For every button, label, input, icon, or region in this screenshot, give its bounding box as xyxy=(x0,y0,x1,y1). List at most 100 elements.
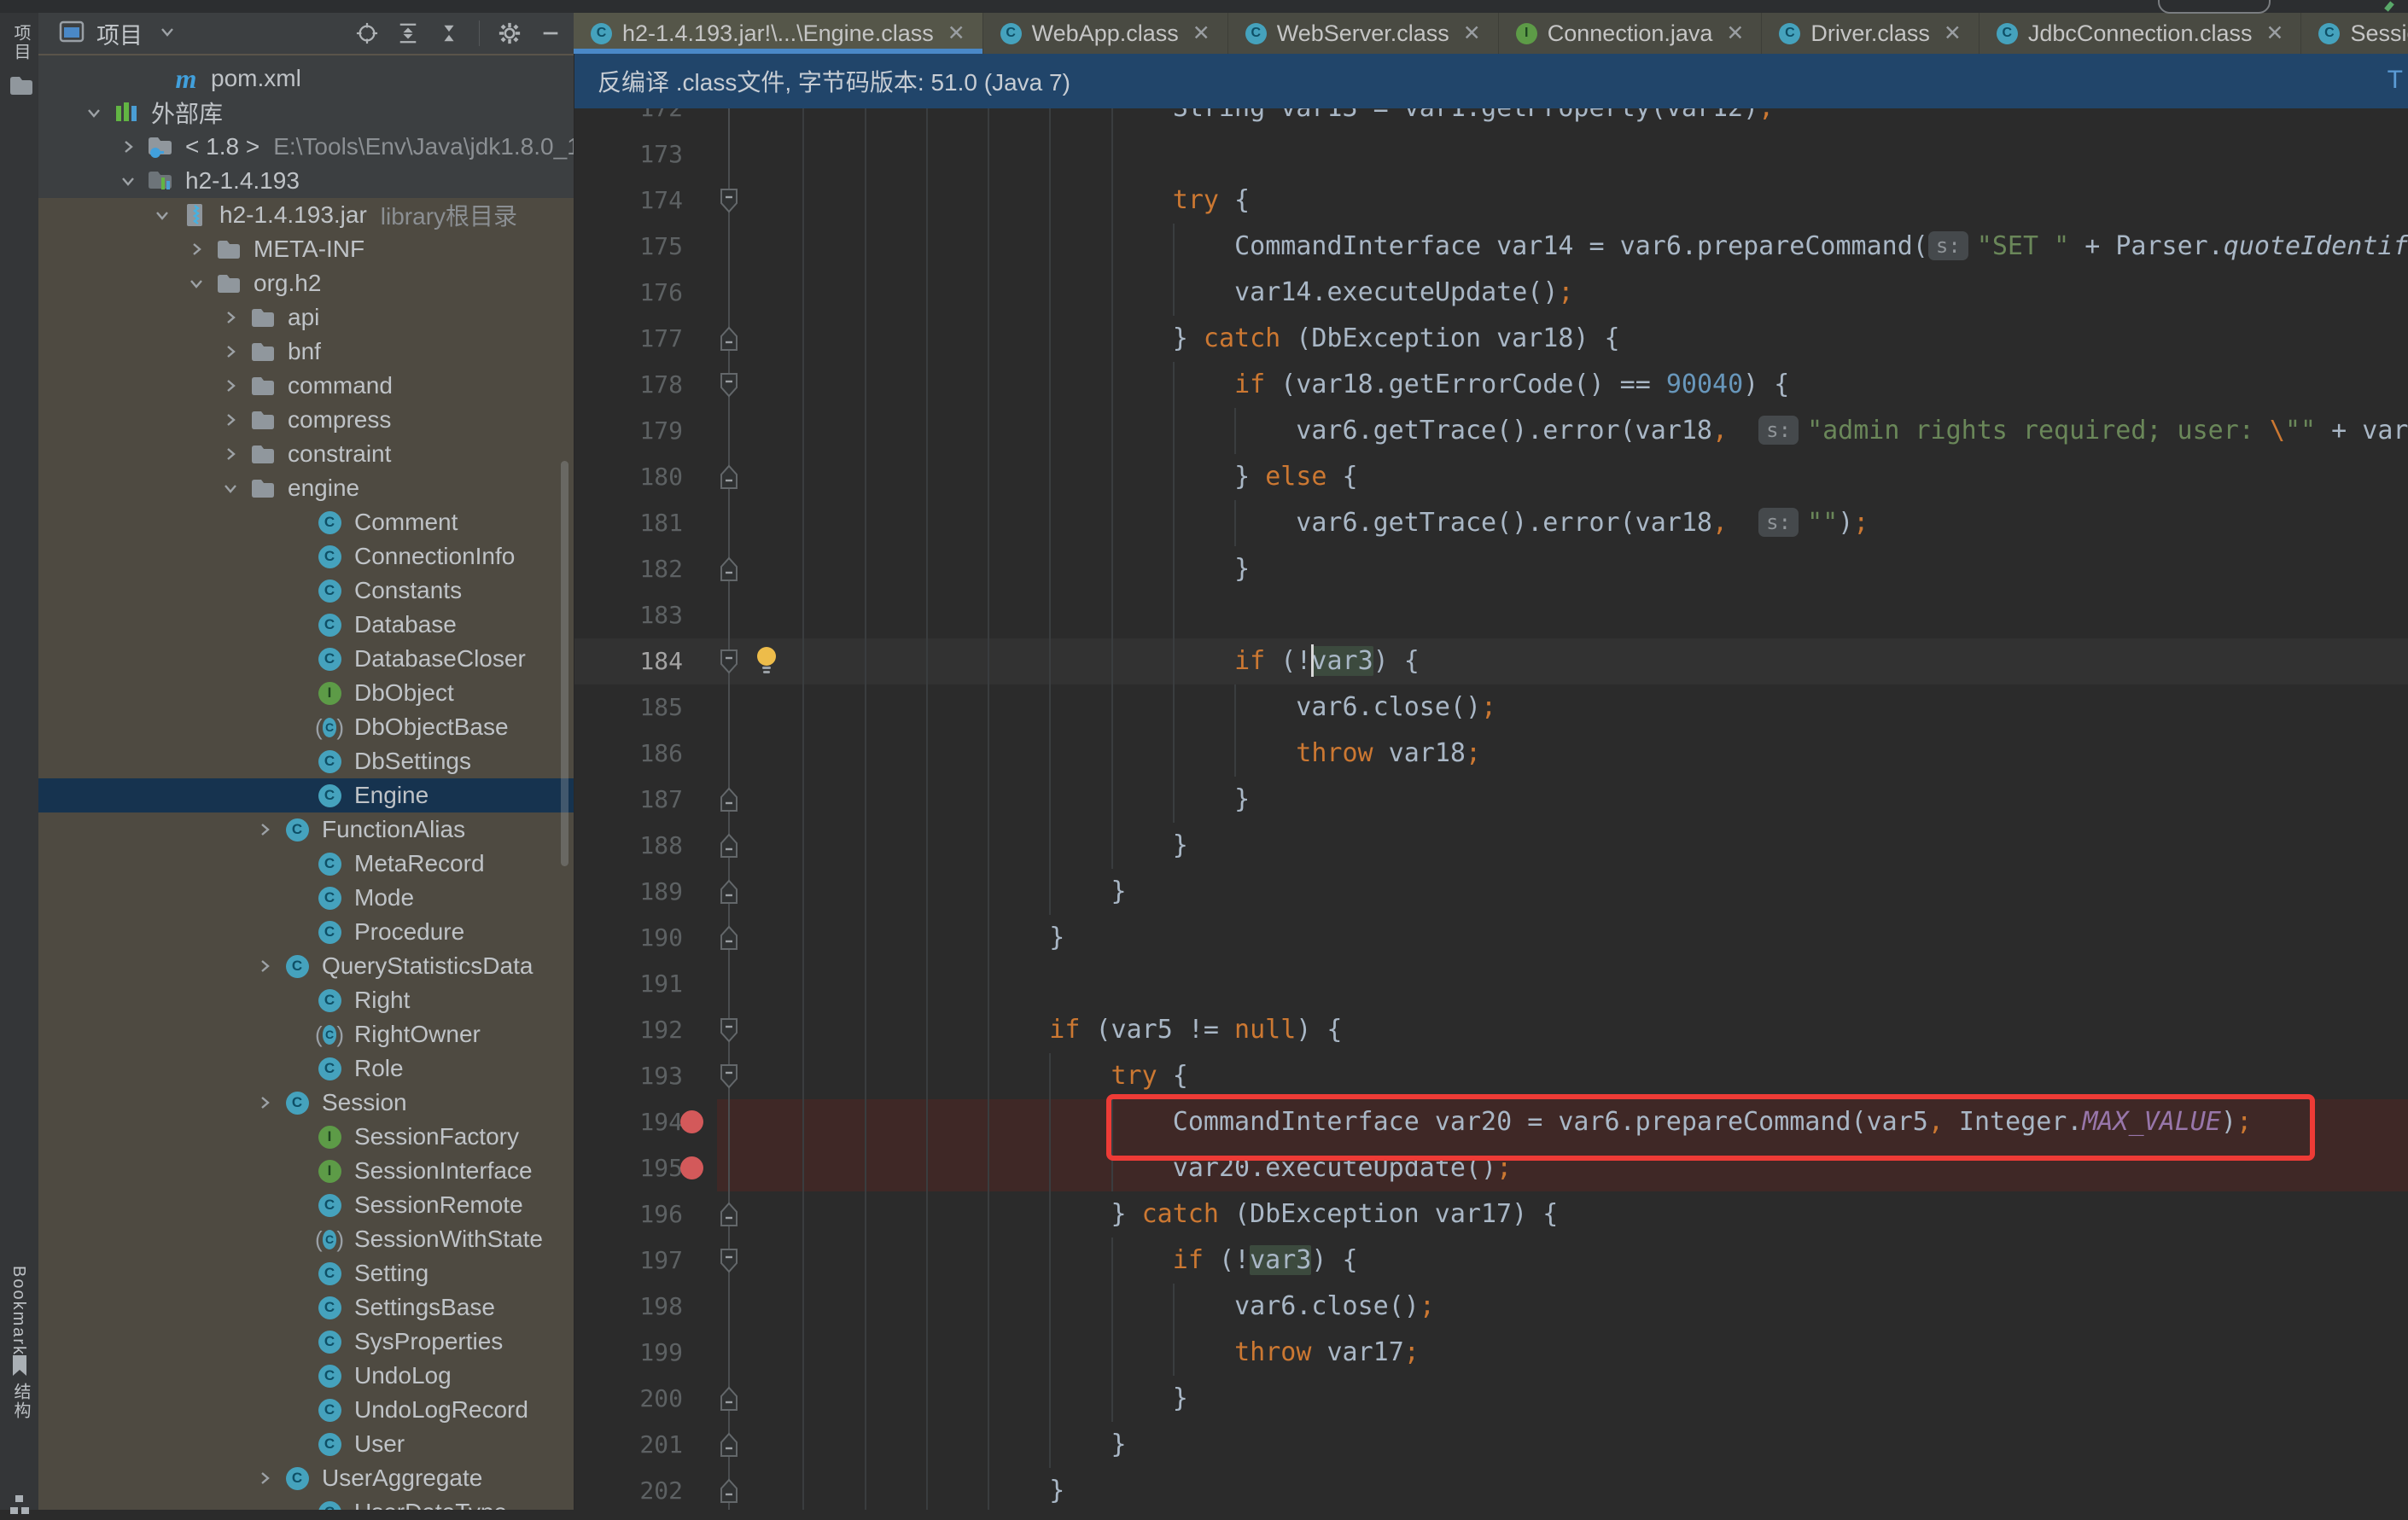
tree-item-databasecloser[interactable]: C DatabaseCloser xyxy=(284,642,526,676)
code-line-185[interactable]: var6.close(); xyxy=(1296,684,1496,731)
line-number[interactable]: 184 xyxy=(574,638,683,684)
tree-item-connectioninfo[interactable]: C ConnectionInfo xyxy=(284,539,515,574)
close-icon[interactable]: ✕ xyxy=(2265,20,2283,46)
chevron-down-icon[interactable] xyxy=(81,103,107,122)
chevron-right-icon[interactable] xyxy=(218,342,243,361)
tree-item-functionalias[interactable]: C FunctionAlias xyxy=(252,812,465,847)
fold-start-icon[interactable] xyxy=(718,188,740,218)
tree-item-h2-1-4-193-jar[interactable]: h2-1.4.193.jar library根目录 xyxy=(149,198,517,232)
code-line-184[interactable]: if (!var3) { xyxy=(1234,638,1420,684)
line-number[interactable]: 198 xyxy=(574,1284,683,1330)
chevron-right-icon[interactable] xyxy=(218,411,243,429)
tree-scrollbar[interactable] xyxy=(561,461,568,866)
code-line-196[interactable]: } catch (DbException var17) { xyxy=(1111,1191,1559,1238)
line-number[interactable]: 197 xyxy=(574,1238,683,1284)
line-number[interactable]: 194 xyxy=(574,1099,683,1145)
folder-icon[interactable] xyxy=(9,74,34,101)
tree-item--1-8-[interactable]: < 1.8 > E:\Tools\Env\Java\jdk1.8.0_181 xyxy=(115,130,574,164)
tree-item-h2-1-4-193[interactable]: h2-1.4.193 xyxy=(115,164,300,198)
code-line-177[interactable]: } catch (DbException var18) { xyxy=(1173,316,1620,362)
fold-end-icon[interactable] xyxy=(718,879,740,909)
fold-end-icon[interactable] xyxy=(718,833,740,863)
editor-tab[interactable]: C Driver.class ✕ xyxy=(1762,13,1979,54)
code-line-198[interactable]: var6.close(); xyxy=(1234,1284,1435,1330)
tree-item-engine[interactable]: engine xyxy=(218,471,359,505)
line-number[interactable]: 182 xyxy=(574,546,683,592)
tree-item-compress[interactable]: compress xyxy=(218,403,391,437)
intention-bulb-icon[interactable] xyxy=(753,645,780,680)
close-icon[interactable]: ✕ xyxy=(947,20,965,46)
chevron-right-icon[interactable] xyxy=(218,308,243,327)
banner-link-partial[interactable]: T xyxy=(2388,66,2403,95)
tree-item-constraint[interactable]: constraint xyxy=(218,437,391,471)
run-widget-partial[interactable] xyxy=(2158,0,2271,14)
tree-item-database[interactable]: C Database xyxy=(284,608,457,642)
code-line-181[interactable]: var6.getTrace().error(var18, s: ""); xyxy=(1296,500,1869,546)
line-number[interactable]: 175 xyxy=(574,224,683,270)
line-number[interactable]: 181 xyxy=(574,500,683,546)
code-line-201[interactable]: } xyxy=(1111,1422,1127,1468)
fold-end-icon[interactable] xyxy=(718,787,740,817)
close-icon[interactable]: ✕ xyxy=(1192,20,1210,46)
tree-item-engine[interactable]: C Engine xyxy=(284,778,429,812)
structure-icon[interactable] xyxy=(9,1494,31,1520)
fold-start-icon[interactable] xyxy=(718,372,740,402)
line-number[interactable]: 187 xyxy=(574,777,683,823)
line-number[interactable]: 193 xyxy=(574,1053,683,1099)
line-number[interactable]: 180 xyxy=(574,454,683,500)
close-icon[interactable]: ✕ xyxy=(1944,20,1962,46)
code-line-176[interactable]: var14.executeUpdate(); xyxy=(1234,270,1573,316)
fold-end-icon[interactable] xyxy=(718,556,740,586)
chevron-right-icon[interactable] xyxy=(252,820,277,839)
tree-item-session[interactable]: C Session xyxy=(252,1086,407,1120)
line-number[interactable]: 176 xyxy=(574,270,683,316)
chevron-right-icon[interactable] xyxy=(252,957,277,975)
line-number[interactable]: 173 xyxy=(574,131,683,178)
tree-item--[interactable]: 外部库 xyxy=(81,96,223,130)
tree-item-dbobjectbase[interactable]: (C) DbObjectBase xyxy=(284,710,509,744)
line-number[interactable]: 178 xyxy=(574,362,683,408)
close-icon[interactable]: ✕ xyxy=(1726,20,1744,46)
chevron-down-icon[interactable] xyxy=(149,206,175,224)
code-line-187[interactable]: } xyxy=(1234,777,1250,823)
tree-item-user[interactable]: C User xyxy=(284,1427,405,1461)
tree-item-sessionwithstate[interactable]: (C) SessionWithState xyxy=(284,1222,543,1256)
code-line-200[interactable]: } xyxy=(1173,1376,1188,1422)
tree-item-metarecord[interactable]: C MetaRecord xyxy=(284,847,485,881)
chevron-right-icon[interactable] xyxy=(252,1469,277,1488)
editor-tab[interactable]: I Connection.java ✕ xyxy=(1499,13,1763,54)
tree-item-settingsbase[interactable]: C SettingsBase xyxy=(284,1290,495,1325)
code-line-178[interactable]: if (var18.getErrorCode() == 90040) { xyxy=(1234,362,1789,408)
code-editor[interactable]: 反编译 .class文件, 字节码版本: 51.0 (Java 7) T 172… xyxy=(574,54,2408,1510)
tree-item-undologrecord[interactable]: C UndoLogRecord xyxy=(284,1393,528,1427)
tree-item-dbobject[interactable]: I DbObject xyxy=(284,676,454,710)
line-number[interactable]: 177 xyxy=(574,316,683,362)
fold-end-icon[interactable] xyxy=(718,1386,740,1416)
tree-item-sessioninterface[interactable]: I SessionInterface xyxy=(284,1154,533,1188)
line-number[interactable]: 185 xyxy=(574,684,683,731)
code-line-190[interactable]: } xyxy=(1049,915,1064,961)
line-number[interactable]: 190 xyxy=(574,915,683,961)
tree-item-sessionremote[interactable]: C SessionRemote xyxy=(284,1188,523,1222)
line-number[interactable]: 202 xyxy=(574,1468,683,1510)
line-number[interactable]: 191 xyxy=(574,961,683,1007)
line-number[interactable]: 179 xyxy=(574,408,683,454)
tree-item-querystatisticsdata[interactable]: C QueryStatisticsData xyxy=(252,949,533,983)
chevron-down-icon[interactable] xyxy=(218,479,243,498)
line-number[interactable]: 199 xyxy=(574,1330,683,1376)
chevron-right-icon[interactable] xyxy=(184,240,209,259)
tree-item-useraggregate[interactable]: C UserAggregate xyxy=(252,1461,482,1495)
code-line-182[interactable]: } xyxy=(1234,546,1250,592)
code-line-189[interactable]: } xyxy=(1111,869,1127,915)
code-line-188[interactable]: } xyxy=(1173,823,1188,869)
tree-item-userdatatype[interactable]: C UserDataType xyxy=(284,1495,507,1510)
line-number[interactable]: 174 xyxy=(574,178,683,224)
editor-tab[interactable]: CSessionRemote.class✕ xyxy=(2301,13,2408,54)
tree-item-org-h2[interactable]: org.h2 xyxy=(184,266,321,300)
tree-item-sessionfactory[interactable]: I SessionFactory xyxy=(284,1120,519,1154)
code-line-175[interactable]: CommandInterface var14 = var6.prepareCom… xyxy=(1234,224,2408,270)
line-number[interactable]: 188 xyxy=(574,823,683,869)
fold-end-icon[interactable] xyxy=(718,464,740,494)
code-line-180[interactable]: } else { xyxy=(1234,454,1358,500)
fold-end-icon[interactable] xyxy=(718,925,740,955)
